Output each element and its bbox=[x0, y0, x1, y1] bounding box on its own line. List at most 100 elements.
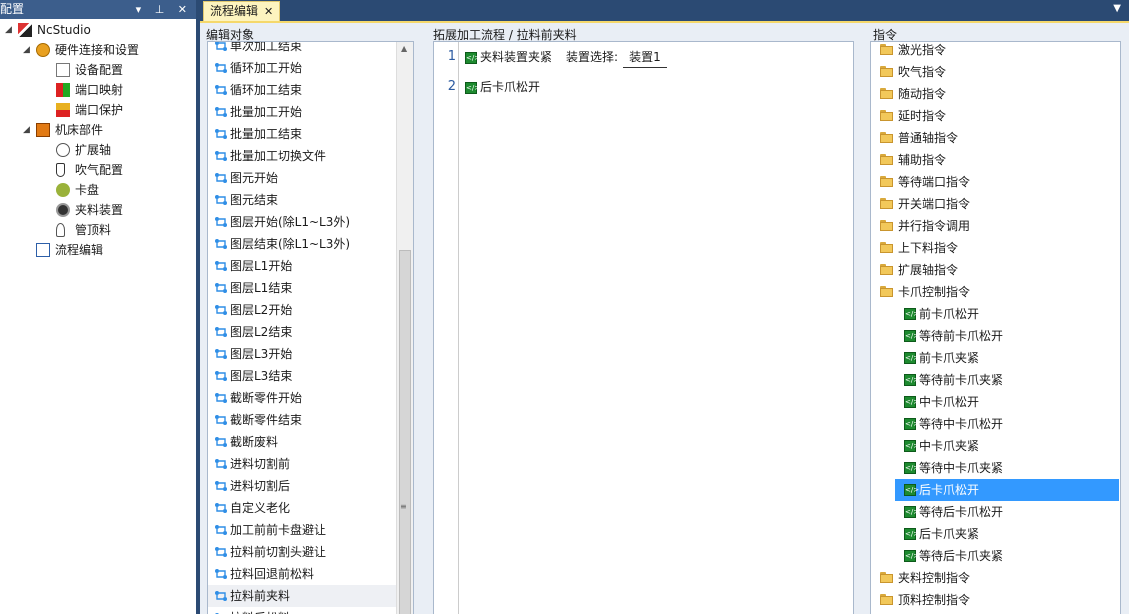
instruction-label: 前卡爪夹紧 bbox=[919, 351, 980, 365]
edit-object-item[interactable]: 进料切割后 bbox=[208, 475, 396, 497]
instruction-group[interactable]: 并行指令调用 bbox=[871, 215, 1120, 237]
tree-node[interactable]: 管顶料 bbox=[0, 220, 196, 240]
edit-objects-pane: 编辑对象 单次加工结束 循环加工开始 循环加工结束 批量加工开始 批量加工结束 批量加工切… bbox=[200, 23, 422, 614]
tree-node[interactable]: 夹料装置 bbox=[0, 200, 196, 220]
param-label: 装置选择: bbox=[566, 50, 619, 64]
edit-object-item[interactable]: 进料切割前 bbox=[208, 453, 396, 475]
flow-object-icon bbox=[215, 217, 227, 227]
tree-node[interactable]: 扩展轴 bbox=[0, 140, 196, 160]
instruction-group[interactable]: 随动指令 bbox=[871, 83, 1120, 105]
code-block-icon: </> bbox=[904, 374, 920, 386]
edit-object-item[interactable]: 图层L1结束 bbox=[208, 277, 396, 299]
edit-object-item[interactable]: 自定义老化 bbox=[208, 497, 396, 519]
config-panel-header: 配置 ▾ ⊥ ✕ bbox=[0, 0, 196, 19]
instruction-group[interactable]: 夹料控制指令 bbox=[871, 567, 1120, 589]
tree-node[interactable]: 端口映射 bbox=[0, 80, 196, 100]
tree-node[interactable]: 流程编辑 bbox=[0, 240, 196, 260]
tree-node[interactable]: 吹气配置 bbox=[0, 160, 196, 180]
tree-expander-icon[interactable]: ◢ bbox=[23, 120, 33, 140]
scrollbar-thumb[interactable] bbox=[399, 250, 411, 614]
edit-object-item[interactable]: 批量加工切换文件 bbox=[208, 145, 396, 167]
panel-window-buttons[interactable]: ▾ ⊥ ✕ bbox=[136, 0, 192, 19]
edit-object-item[interactable]: 批量加工开始 bbox=[208, 101, 396, 123]
instruction-item[interactable]: </> 等待前卡爪夹紧 bbox=[871, 369, 1120, 391]
instruction-item[interactable]: </> 前卡爪松开 bbox=[871, 303, 1120, 325]
instruction-group[interactable]: 延时指令 bbox=[871, 105, 1120, 127]
instruction-group[interactable]: 开关端口指令 bbox=[871, 193, 1120, 215]
edit-object-label: 批量加工开始 bbox=[230, 105, 303, 119]
tree-expander-icon[interactable]: ◢ bbox=[23, 40, 33, 60]
instruction-item[interactable]: </> 等待前卡爪松开 bbox=[871, 325, 1120, 347]
edit-objects-scrollbar[interactable]: ▲ ≡ bbox=[396, 42, 413, 614]
instruction-item[interactable]: </> 等待后卡爪松开 bbox=[871, 501, 1120, 523]
tree-node[interactable]: 设备配置 bbox=[0, 60, 196, 80]
tree-node[interactable]: ◢ 机床部件 bbox=[0, 120, 196, 140]
edit-object-item[interactable]: 图层L2结束 bbox=[208, 321, 396, 343]
tree-expander-icon[interactable]: ◢ bbox=[5, 20, 15, 40]
edit-object-item[interactable]: 图层L3结束 bbox=[208, 365, 396, 387]
instruction-group[interactable]: 顶料控制指令 bbox=[871, 589, 1120, 611]
instruction-item[interactable]: </> 后卡爪夹紧 bbox=[871, 523, 1120, 545]
edit-object-item[interactable]: 单次加工结束 bbox=[208, 42, 396, 57]
instruction-item[interactable]: </> 等待中卡爪松开 bbox=[871, 413, 1120, 435]
instruction-item[interactable]: </> 后卡爪松开 bbox=[895, 479, 1119, 501]
tree-node-label: 端口映射 bbox=[75, 83, 124, 97]
instruction-item[interactable]: </> 中卡爪松开 bbox=[871, 391, 1120, 413]
flow-editor-canvas[interactable]: 12 </>夹料装置夹紧 装置选择: 装置1 </>后卡爪松开 bbox=[433, 41, 854, 614]
edit-object-item[interactable]: 拉料前切割头避让 bbox=[208, 541, 396, 563]
folder-icon bbox=[880, 572, 893, 583]
instruction-label: 中卡爪松开 bbox=[919, 395, 980, 409]
edit-object-item[interactable]: 图层L1开始 bbox=[208, 255, 396, 277]
flow-statement[interactable]: </>夹料装置夹紧 装置选择: 装置1 bbox=[465, 47, 667, 68]
port-protect-icon bbox=[56, 103, 70, 117]
edit-object-item[interactable]: 图层开始(除L1~L3外) bbox=[208, 211, 396, 233]
instruction-label: 后卡爪松开 bbox=[919, 483, 980, 497]
instruction-group-expanded[interactable]: 卡爪控制指令 bbox=[871, 281, 1120, 303]
edit-object-item[interactable]: 截断零件开始 bbox=[208, 387, 396, 409]
instruction-group[interactable]: 吹气指令 bbox=[871, 61, 1120, 83]
edit-object-item[interactable]: 图元开始 bbox=[208, 167, 396, 189]
edit-object-item[interactable]: 图层结束(除L1~L3外) bbox=[208, 233, 396, 255]
flow-object-icon bbox=[215, 85, 227, 95]
tab-dropdown-icon[interactable]: ▼ bbox=[1113, 3, 1121, 14]
instruction-item[interactable]: </> 前卡爪夹紧 bbox=[871, 347, 1120, 369]
edit-object-item[interactable]: 循环加工结束 bbox=[208, 79, 396, 101]
instruction-group[interactable]: 普通轴指令 bbox=[871, 127, 1120, 149]
edit-object-item[interactable]: 加工前前卡盘避让 bbox=[208, 519, 396, 541]
edit-object-item[interactable]: 图层L3开始 bbox=[208, 343, 396, 365]
edit-object-item[interactable]: 批量加工结束 bbox=[208, 123, 396, 145]
edit-object-item[interactable]: 图层L2开始 bbox=[208, 299, 396, 321]
tab-close-icon[interactable]: ✕ bbox=[264, 5, 273, 18]
edit-object-item[interactable]: 拉料回退前松料 bbox=[208, 563, 396, 585]
instruction-group[interactable]: 上下料指令 bbox=[871, 237, 1120, 259]
code-block-icon: </> bbox=[904, 330, 920, 342]
flow-object-icon bbox=[215, 371, 227, 381]
instruction-group[interactable]: 辅助指令 bbox=[871, 149, 1120, 171]
instruction-group-label: 上下料指令 bbox=[898, 241, 959, 255]
edit-object-item[interactable]: 截断废料 bbox=[208, 431, 396, 453]
edit-object-item[interactable]: 截断零件结束 bbox=[208, 409, 396, 431]
device-select-field[interactable]: 装置1 bbox=[623, 47, 667, 68]
tab-flow-edit[interactable]: 流程编辑 ✕ bbox=[203, 1, 281, 21]
scroll-up-icon[interactable]: ▲ bbox=[401, 44, 407, 53]
instruction-group-label: 激光指令 bbox=[898, 43, 947, 57]
instruction-group[interactable]: 扩展轴指令 bbox=[871, 259, 1120, 281]
tree-node[interactable]: ◢ 硬件连接和设置 bbox=[0, 40, 196, 60]
machine-parts-icon bbox=[36, 123, 50, 137]
edit-object-item[interactable]: 拉料后松料 bbox=[208, 607, 396, 614]
device-config-icon bbox=[56, 63, 70, 77]
edit-object-item[interactable]: 拉料前夹料 bbox=[208, 585, 396, 607]
instruction-group[interactable]: 等待端口指令 bbox=[871, 171, 1120, 193]
instruction-group[interactable]: 激光指令 bbox=[871, 42, 1120, 61]
tree-node[interactable]: 卡盘 bbox=[0, 180, 196, 200]
instruction-item[interactable]: </> 中卡爪夹紧 bbox=[871, 435, 1120, 457]
tree-node[interactable]: 端口保护 bbox=[0, 100, 196, 120]
instruction-group-label: 并行指令调用 bbox=[898, 219, 971, 233]
instruction-item[interactable]: </> 等待后卡爪夹紧 bbox=[871, 545, 1120, 567]
tree-node[interactable]: ◢ NcStudio bbox=[0, 20, 196, 40]
edit-object-item[interactable]: 循环加工开始 bbox=[208, 57, 396, 79]
instruction-group-label: 吹气指令 bbox=[898, 65, 947, 79]
edit-object-item[interactable]: 图元结束 bbox=[208, 189, 396, 211]
flow-statement[interactable]: </>后卡爪松开 bbox=[465, 77, 540, 97]
instruction-item[interactable]: </> 等待中卡爪夹紧 bbox=[871, 457, 1120, 479]
